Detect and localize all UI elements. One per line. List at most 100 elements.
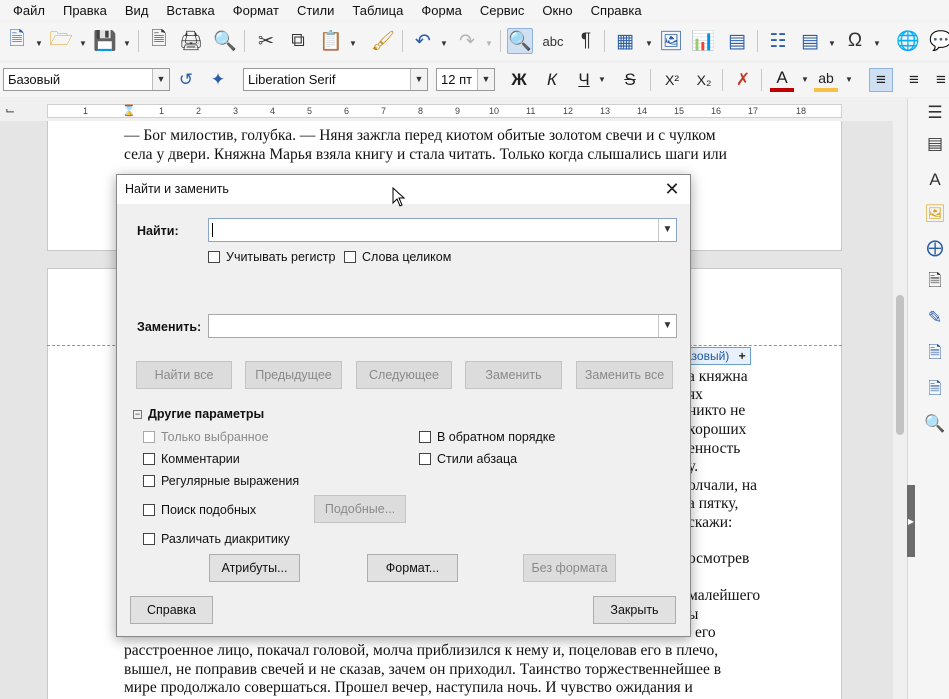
replace-input[interactable]: ▼ <box>208 314 677 338</box>
underline-button[interactable]: Ч <box>572 68 596 92</box>
italic-button[interactable]: К <box>540 68 564 92</box>
manage-changes-icon[interactable]: 🗎 <box>924 343 946 365</box>
scrollbar-thumb[interactable] <box>896 295 904 435</box>
align-center-icon[interactable]: ≡ <box>902 68 926 92</box>
font-color-dropdown-chevron-icon[interactable]: ▼ <box>801 75 809 84</box>
save-icon[interactable]: 💾 <box>92 28 118 54</box>
copy-icon[interactable]: ⧉ <box>285 28 311 54</box>
whole-words-checkbox[interactable]: Слова целиком <box>344 250 451 264</box>
menu-view[interactable]: Вид <box>116 0 158 21</box>
insert-comment-icon[interactable]: 💬 <box>928 28 949 54</box>
diacritics-checkbox[interactable]: Различать диакритику <box>143 532 290 546</box>
menu-help[interactable]: Справка <box>582 0 651 21</box>
menu-form[interactable]: Форма <box>412 0 471 21</box>
collapse-icon[interactable]: − <box>133 409 142 419</box>
special-character-dropdown-chevron-icon[interactable]: ▼ <box>873 39 881 48</box>
menu-tools[interactable]: Сервис <box>471 0 534 21</box>
regex-checkbox[interactable]: Регулярные выражения <box>143 474 299 488</box>
gallery-icon[interactable]: 🖼 <box>924 203 946 225</box>
comments-checkbox[interactable]: Комментарии <box>143 452 240 466</box>
new-style-icon[interactable]: ✦ <box>206 68 230 92</box>
new-document-icon[interactable]: 🗎 <box>4 28 30 54</box>
checkbox-box[interactable] <box>419 453 431 465</box>
chevron-down-icon[interactable]: ▼ <box>152 69 169 90</box>
checkbox-box[interactable] <box>143 475 155 487</box>
match-case-checkbox[interactable]: Учитывать регистр <box>208 250 335 264</box>
checkbox-box[interactable] <box>143 453 155 465</box>
chevron-down-icon[interactable]: ▼ <box>410 69 427 90</box>
menu-edit[interactable]: Правка <box>54 0 116 21</box>
field-dropdown-chevron-icon[interactable]: ▼ <box>828 39 836 48</box>
ruler-indent-marker-icon[interactable]: ⌛ <box>122 105 136 118</box>
menu-table[interactable]: Таблица <box>343 0 412 21</box>
plus-icon[interactable]: + <box>739 349 746 363</box>
undo-dropdown-chevron-icon[interactable]: ▼ <box>440 39 448 48</box>
chevron-down-icon[interactable]: ▼ <box>477 69 494 90</box>
insert-image-icon[interactable]: 🖼 <box>658 28 684 54</box>
properties-icon[interactable]: ▤ <box>924 133 946 155</box>
replace-all-button[interactable]: Заменить все <box>576 361 673 389</box>
other-options-expander[interactable]: − Другие параметры <box>133 407 264 421</box>
find-next-button[interactable]: Следующее <box>356 361 452 389</box>
insert-page-break-icon[interactable]: ☷ <box>765 28 791 54</box>
special-character-icon[interactable]: Ω <box>842 28 868 54</box>
update-style-icon[interactable]: ↺ <box>174 68 198 92</box>
sidebar-menu-icon[interactable]: ☰ <box>924 102 946 124</box>
insert-field-icon[interactable]: ▤ <box>797 28 823 54</box>
clone-formatting-icon[interactable]: 🖌 <box>370 28 396 54</box>
bold-button[interactable]: Ж <box>507 68 531 92</box>
superscript-button[interactable]: X² <box>660 68 684 92</box>
find-replace-icon[interactable]: 🔍 <box>507 28 533 54</box>
paste-icon[interactable]: 📋 <box>318 28 344 54</box>
highlight-color-icon[interactable]: ab <box>814 68 838 92</box>
find-input[interactable]: ▼ <box>208 218 677 242</box>
close-icon[interactable]: ✕ <box>662 179 682 199</box>
menu-file[interactable]: Файл <box>4 0 54 21</box>
export-pdf-icon[interactable]: 🗎 <box>146 28 172 54</box>
table-dropdown-chevron-icon[interactable]: ▼ <box>645 39 653 48</box>
no-format-button[interactable]: Без формата <box>523 554 616 582</box>
find-icon[interactable]: 🔍 <box>924 413 946 435</box>
find-all-button[interactable]: Найти все <box>136 361 232 389</box>
similarity-checkbox[interactable]: Поиск подобных <box>143 503 256 517</box>
paragraph-styles-checkbox[interactable]: Стили абзаца <box>419 452 517 466</box>
highlight-dropdown-chevron-icon[interactable]: ▼ <box>845 75 853 84</box>
chevron-down-icon[interactable]: ▼ <box>658 219 676 241</box>
subscript-button[interactable]: X₂ <box>692 68 716 92</box>
close-button[interactable]: Закрыть <box>593 596 676 624</box>
undo-icon[interactable]: ↶ <box>410 28 436 54</box>
sidebar-collapse-handle[interactable]: ▶ <box>907 485 915 557</box>
checkbox-box[interactable] <box>344 251 356 263</box>
paste-dropdown-chevron-icon[interactable]: ▼ <box>349 39 357 48</box>
underline-dropdown-chevron-icon[interactable]: ▼ <box>598 75 606 84</box>
chevron-down-icon[interactable]: ▼ <box>658 315 676 337</box>
align-right-icon[interactable]: ≡ <box>933 68 949 92</box>
open-folder-icon[interactable]: 🗁 <box>48 28 74 54</box>
insert-chart-icon[interactable]: 📊 <box>690 28 716 54</box>
clear-formatting-icon[interactable]: ✗ <box>731 68 755 92</box>
help-button[interactable]: Справка <box>130 596 213 624</box>
font-size-combo[interactable]: 12 пт ▼ <box>436 68 495 91</box>
tab-stop-selector-icon[interactable]: ⌙ <box>5 103 15 117</box>
style-inspector-icon[interactable]: ✎ <box>924 307 946 329</box>
save-dropdown-chevron-icon[interactable]: ▼ <box>123 39 131 48</box>
find-previous-button[interactable]: Предыдущее <box>245 361 342 389</box>
menu-window[interactable]: Окно <box>533 0 581 21</box>
checkbox-box[interactable] <box>208 251 220 263</box>
strikethrough-button[interactable]: S <box>618 68 642 92</box>
checkbox-box[interactable] <box>143 504 155 516</box>
format-button[interactable]: Формат... <box>367 554 458 582</box>
font-color-icon[interactable]: A <box>770 68 794 92</box>
vertical-scrollbar[interactable] <box>893 99 907 699</box>
design-icon[interactable]: 🗎 <box>924 379 946 401</box>
checkbox-box[interactable] <box>143 533 155 545</box>
menu-styles[interactable]: Стили <box>288 0 343 21</box>
replace-button[interactable]: Заменить <box>465 361 562 389</box>
new-dropdown-chevron-icon[interactable]: ▼ <box>35 39 43 48</box>
horizontal-ruler[interactable]: 1 ⌛ 1 2 3 4 5 6 7 8 9 10 11 12 13 14 15 … <box>47 104 842 118</box>
font-name-combo[interactable]: Liberation Serif ▼ <box>243 68 428 91</box>
align-left-icon[interactable]: ≡ <box>869 68 893 92</box>
similarity-options-button[interactable]: Подобные... <box>314 495 406 523</box>
cut-icon[interactable]: ✂ <box>253 28 279 54</box>
menu-insert[interactable]: Вставка <box>157 0 223 21</box>
